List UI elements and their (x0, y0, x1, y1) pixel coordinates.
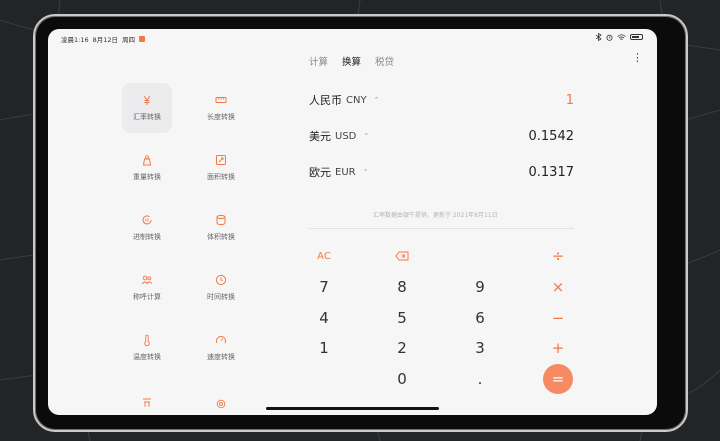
yuan-icon (143, 95, 151, 105)
sidebar-item-label: 称呼计算 (133, 293, 161, 301)
digit-9-button[interactable]: 9 (462, 277, 498, 297)
area-icon (216, 155, 226, 165)
sidebar-item-label: 时间转换 (207, 293, 235, 301)
divide-button[interactable]: ÷ (540, 246, 576, 266)
rate-source-note: 汇率数据由银牛提供，更新于 2021年8月11日 (373, 212, 498, 219)
currency-name: 美元 (309, 130, 331, 143)
top-tabs: 计算 换算 税贷 (309, 54, 394, 68)
sidebar-item-volume[interactable]: 体积转换 (196, 203, 246, 253)
sidebar-item-base[interactable]: 进制转换 (122, 203, 172, 253)
digit-1-button[interactable]: 1 (306, 338, 342, 358)
sidebar-item-length[interactable]: 长度转换 (196, 83, 246, 133)
wifi-icon (617, 33, 626, 40)
digit-0-button[interactable]: 0 (384, 369, 420, 389)
digit-4-button[interactable]: 4 (306, 308, 342, 328)
status-time: 凌晨1:16 (61, 36, 89, 44)
currency-name: 人民币 (309, 94, 342, 107)
battery-icon (630, 34, 643, 40)
status-weekday: 周四 (122, 36, 136, 44)
digit-8-button[interactable]: 8 (384, 277, 420, 297)
sidebar-item-exchange-rate[interactable]: 汇率转换 (122, 83, 172, 133)
next-sidebar-icon[interactable] (141, 397, 153, 409)
app-screen: 凌晨1:16 8月12日 周四 计算 换算 税贷 ⋮ 汇率转换 长度转换 重量转… (48, 29, 657, 415)
sidebar-item-label: 重量转换 (133, 173, 161, 181)
sidebar-item-weight[interactable]: 重量转换 (122, 143, 172, 193)
next-sidebar-icon[interactable] (215, 397, 227, 409)
currency-row-usd[interactable]: 美元 USD ⌃ 0.1542 (309, 126, 574, 146)
digit-3-button[interactable]: 3 (462, 338, 498, 358)
sidebar-item-area[interactable]: 面积转换 (196, 143, 246, 193)
status-bar: 凌晨1:16 8月12日 周四 (61, 34, 146, 44)
people-icon (141, 275, 153, 285)
sidebar-item-label: 温度转换 (133, 353, 161, 361)
currency-row-cny[interactable]: 人民币 CNY ⌃ 1 (309, 90, 574, 110)
currency-name: 欧元 (309, 166, 331, 179)
status-icons (595, 33, 643, 41)
currency-row-eur[interactable]: 欧元 EUR ⌃ 0.1317 (309, 162, 574, 182)
currency-value: 1 (565, 92, 574, 108)
sidebar-item-relatives[interactable]: 称呼计算 (122, 263, 172, 313)
status-date: 8月12日 (92, 36, 119, 44)
equals-button[interactable]: = (543, 364, 573, 394)
digit-2-button[interactable]: 2 (384, 338, 420, 358)
sidebar-item-time[interactable]: 时间转换 (196, 263, 246, 313)
base-icon (142, 215, 152, 225)
currency-value: 0.1542 (528, 128, 575, 144)
thermometer-icon (144, 334, 150, 346)
currency-code: USD (335, 130, 357, 142)
backspace-icon (395, 251, 409, 261)
backspace-button[interactable] (384, 246, 420, 266)
home-indicator[interactable] (266, 407, 439, 410)
volume-icon (216, 214, 226, 226)
bluetooth-icon (595, 33, 602, 41)
plus-button[interactable]: + (540, 338, 576, 358)
multiply-button[interactable]: × (540, 277, 576, 297)
sidebar-item-label: 汇率转换 (133, 113, 161, 121)
ac-button[interactable]: AC (306, 246, 342, 266)
currency-value: 0.1317 (528, 164, 575, 180)
speed-icon (216, 336, 226, 344)
currency-code: EUR (335, 166, 356, 178)
sidebar-item-temperature[interactable]: 温度转换 (122, 323, 172, 373)
sidebar-item-label: 体积转换 (207, 233, 235, 241)
sidebar-item-label: 长度转换 (207, 113, 235, 121)
currency-code: CNY (346, 94, 367, 106)
digit-7-button[interactable]: 7 (306, 277, 342, 297)
digit-5-button[interactable]: 5 (384, 308, 420, 328)
tab-calculate[interactable]: 计算 (309, 54, 328, 68)
alarm-icon (606, 34, 613, 41)
chevron-updown-icon[interactable]: ⌃ (363, 132, 369, 140)
chevron-updown-icon[interactable]: ⌃ (374, 96, 380, 104)
weight-icon (142, 155, 152, 166)
minus-button[interactable]: − (540, 308, 576, 328)
tab-tax-loan[interactable]: 税贷 (375, 54, 394, 68)
sidebar-item-speed[interactable]: 速度转换 (196, 323, 246, 373)
chevron-updown-icon[interactable]: ⌃ (363, 168, 369, 176)
sidebar-item-label: 面积转换 (207, 173, 235, 181)
digit-6-button[interactable]: 6 (462, 308, 498, 328)
sidebar-item-label: 进制转换 (133, 233, 161, 241)
divider (309, 228, 574, 229)
decimal-button[interactable]: . (462, 369, 498, 389)
sidebar-item-label: 速度转换 (207, 353, 235, 361)
ruler-icon (215, 97, 227, 103)
notification-icon (139, 36, 146, 42)
more-menu-icon[interactable]: ⋮ (632, 52, 643, 63)
clock-icon (215, 274, 227, 286)
tab-convert[interactable]: 换算 (342, 54, 361, 68)
